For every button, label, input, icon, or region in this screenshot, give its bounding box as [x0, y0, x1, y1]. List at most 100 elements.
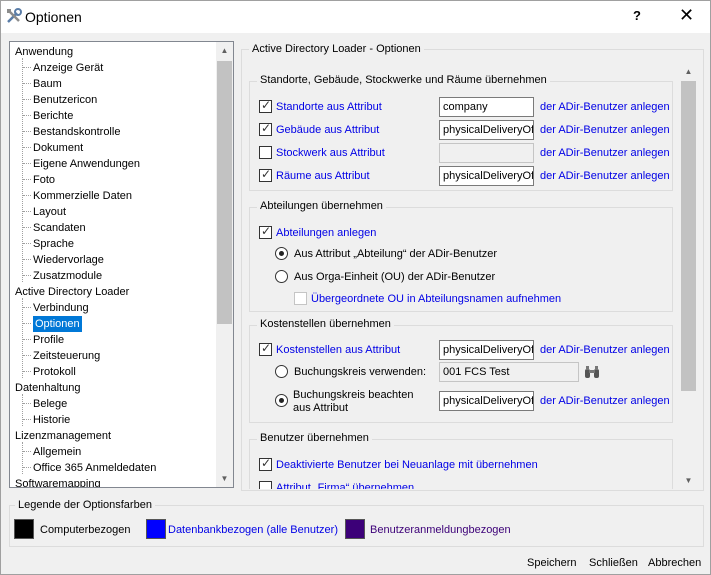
benutzer-clip: Benutzer übernehmen ✓ Deaktivierte Benut… [249, 431, 679, 489]
standorte-label: Standorte aus Attribut [276, 101, 382, 113]
kostenstellen-attribute-input[interactable]: physicalDeliveryOf [439, 340, 534, 360]
legend-label-datenbank: Datenbankbezogen (alle Benutzer) [168, 524, 339, 536]
legend-swatch-benutzer [345, 519, 365, 539]
gebaeude-checkbox[interactable]: ✓ [259, 121, 272, 136]
tree-connector [22, 298, 23, 378]
tree-item-datenhaltung[interactable]: Datenhaltung [15, 380, 80, 396]
raeume-link: der ADir-Benutzer anlegen [540, 170, 670, 182]
scroll-down-icon[interactable]: ▼ [680, 472, 697, 489]
tree-item-allgemein[interactable]: Allgemein [33, 444, 81, 460]
panel-scrollbar[interactable]: ▲ ▼ [680, 63, 697, 489]
scroll-down-icon[interactable]: ▼ [216, 470, 233, 487]
tree-item-belege[interactable]: Belege [33, 396, 67, 412]
tree-item-profile[interactable]: Profile [33, 332, 64, 348]
legend-swatch-computer [14, 519, 34, 539]
standorte-group-title: Standorte, Gebäude, Stockwerke und Räume… [257, 74, 550, 86]
tree-connector [22, 394, 23, 426]
tree-item-bestandskontrolle[interactable]: Bestandskontrolle [33, 124, 120, 140]
deaktivierte-benutzer-checkbox[interactable]: ✓ [259, 456, 272, 471]
kostenstellen-checkbox[interactable]: ✓ [259, 341, 272, 356]
scroll-up-icon[interactable]: ▲ [216, 42, 233, 59]
check-icon: ✓ [261, 121, 272, 135]
raeume-attribute-input[interactable]: physicalDeliveryOf [439, 166, 534, 186]
tree-item-active-directory-loader[interactable]: Active Directory Loader [15, 284, 129, 300]
buchungskreis-input[interactable]: 001 FCS Test [439, 362, 579, 382]
tree-item-berichte[interactable]: Berichte [33, 108, 73, 124]
firma-label: Attribut „Firma“ übernehmen [276, 482, 415, 489]
window-title: Optionen [25, 9, 82, 25]
kostenstellen-label: Kostenstellen aus Attribut [276, 344, 401, 356]
standorte-attribute-input[interactable]: company [439, 97, 534, 117]
save-button[interactable]: Speichern [527, 557, 577, 569]
gebaeude-link: der ADir-Benutzer anlegen [540, 124, 670, 136]
tree-item-baum[interactable]: Baum [33, 76, 62, 92]
color-legend-title: Legende der Optionsfarben [15, 499, 155, 511]
scroll-up-icon[interactable]: ▲ [680, 63, 697, 80]
stockwerk-link: der ADir-Benutzer anlegen [540, 147, 670, 159]
abteilung-attribut-radio[interactable] [275, 247, 288, 260]
bk-beachten-label-1: Buchungskreis beachten [293, 389, 414, 401]
scroll-thumb[interactable] [681, 81, 696, 391]
tree-item-scandaten[interactable]: Scandaten [33, 220, 86, 236]
tree-connector [22, 442, 23, 474]
check-icon: ✓ [261, 456, 272, 470]
check-icon: ✓ [261, 98, 272, 112]
scroll-thumb[interactable] [217, 61, 232, 324]
tree-item-optionen[interactable]: Optionen [33, 316, 82, 332]
check-icon: ✓ [261, 167, 272, 181]
tree-item-zeitsteuerung[interactable]: Zeitsteuerung [33, 348, 100, 364]
abteilungen-anlegen-label: Abteilungen anlegen [276, 227, 377, 239]
tree-item-eigene-anwendungen[interactable]: Eigene Anwendungen [33, 156, 140, 172]
options-tree[interactable]: Anwendung Anzeige Gerät Baum Benutzerico… [9, 41, 234, 488]
options-window: Optionen ? ✕ Anwendung Anzeige Gerät Bau… [0, 0, 711, 575]
tree-item-anzeige-geraet[interactable]: Anzeige Gerät [33, 60, 103, 76]
kostenstellen-link: der ADir-Benutzer anlegen [540, 344, 670, 356]
legend-swatch-datenbank [146, 519, 166, 539]
tree-item-dokument[interactable]: Dokument [33, 140, 83, 156]
abteilung-attribut-label: Aus Attribut „Abteilung“ der ADir-Benutz… [294, 248, 497, 260]
abteilung-ou-radio[interactable] [275, 270, 288, 283]
abteilung-ou-label: Aus Orga-Einheit (OU) der ADir-Benutzer [294, 271, 496, 283]
bk-verwenden-radio[interactable] [275, 365, 288, 378]
bk-beachten-label-2: aus Attribut [293, 402, 349, 414]
tools-icon [7, 8, 22, 23]
tree-item-historie[interactable]: Historie [33, 412, 70, 428]
check-icon: ✓ [261, 341, 272, 355]
standorte-checkbox[interactable]: ✓ [259, 98, 272, 113]
tree-item-benutzericon[interactable]: Benutzericon [33, 92, 97, 108]
uebergeordnete-ou-checkbox[interactable] [294, 292, 307, 305]
bk-beachten-radio[interactable] [275, 394, 288, 407]
uebergeordnete-ou-label: Übergeordnete OU in Abteilungsnamen aufn… [311, 293, 562, 305]
tree-item-kommerzielle-daten[interactable]: Kommerzielle Daten [33, 188, 132, 204]
stockwerk-attribute-input[interactable] [439, 143, 534, 163]
raeume-checkbox[interactable]: ✓ [259, 167, 272, 182]
tree-item-softwaremapping[interactable]: Softwaremapping [15, 476, 101, 487]
tree-item-layout[interactable]: Layout [33, 204, 66, 220]
cancel-button[interactable]: Abbrechen [648, 557, 701, 569]
tree-item-office365[interactable]: Office 365 Anmeldedaten [33, 460, 156, 476]
gebaeude-attribute-input[interactable]: physicalDeliveryOf [439, 120, 534, 140]
tree-item-sprache[interactable]: Sprache [33, 236, 74, 252]
tree-item-foto[interactable]: Foto [33, 172, 55, 188]
bk-attribute-input[interactable]: physicalDeliveryOf [439, 391, 534, 411]
close-button[interactable]: Schließen [589, 557, 638, 569]
abteilungen-group-title: Abteilungen übernehmen [257, 200, 386, 212]
binoculars-icon[interactable] [584, 365, 600, 379]
stockwerk-checkbox[interactable] [259, 146, 272, 159]
close-icon[interactable]: ✕ [679, 5, 694, 26]
tree-item-verbindung[interactable]: Verbindung [33, 300, 89, 316]
legend-label-benutzer: Benutzeranmeldungbezogen [370, 524, 511, 536]
firma-checkbox[interactable] [259, 481, 272, 489]
help-button[interactable]: ? [633, 8, 641, 23]
stockwerk-label: Stockwerk aus Attribut [276, 147, 385, 159]
tree-item-anwendung[interactable]: Anwendung [15, 44, 73, 60]
tree-scrollbar[interactable]: ▲ ▼ [216, 42, 233, 487]
tree-item-wiedervorlage[interactable]: Wiedervorlage [33, 252, 104, 268]
bk-link: der ADir-Benutzer anlegen [540, 395, 670, 407]
abteilungen-anlegen-checkbox[interactable]: ✓ [259, 224, 272, 239]
tree-item-lizenzmanagement[interactable]: Lizenzmanagement [15, 428, 111, 444]
raeume-label: Räume aus Attribut [276, 170, 370, 182]
tree-item-zusatzmodule[interactable]: Zusatzmodule [33, 268, 102, 284]
tree-connector [22, 58, 23, 282]
tree-item-protokoll[interactable]: Protokoll [33, 364, 76, 380]
